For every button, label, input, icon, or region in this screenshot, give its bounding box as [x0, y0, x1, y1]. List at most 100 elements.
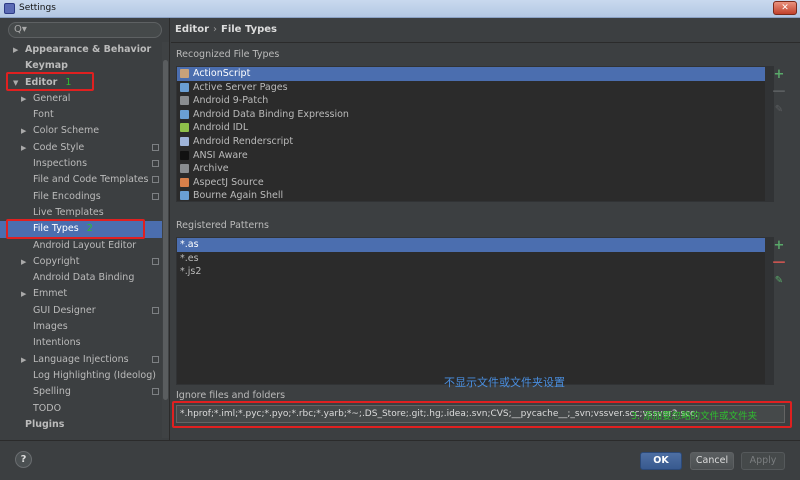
file-type-item[interactable]: Android IDL	[177, 121, 773, 135]
sidebar-item-label: Live Templates	[33, 206, 104, 218]
sidebar-item-spelling[interactable]: Spelling	[0, 384, 162, 400]
sidebar-item-android-layout-editor[interactable]: Android Layout Editor	[0, 238, 162, 254]
sidebar-item-label: File Encodings	[33, 190, 101, 202]
ok-button[interactable]: OK	[640, 452, 682, 470]
search-input[interactable]: Q▾	[8, 22, 162, 38]
chevron-right-icon[interactable]: ▶	[21, 140, 26, 156]
sidebar-item-file-encodings[interactable]: File Encodings	[0, 189, 162, 205]
sidebar-scrollbar[interactable]	[162, 42, 169, 438]
file-type-item[interactable]: AspectJ Source	[177, 176, 773, 190]
file-type-item[interactable]: Archive	[177, 162, 773, 176]
sidebar-item-gui-designer[interactable]: GUI Designer	[0, 303, 162, 319]
remove-pattern-button[interactable]: —	[772, 256, 786, 270]
search-icon: Q▾	[14, 24, 27, 35]
sidebar-item-label: Android Layout Editor	[33, 239, 137, 251]
recognized-file-types-label: Recognized File Types	[176, 49, 280, 60]
file-type-item[interactable]: Android Renderscript	[177, 135, 773, 149]
help-button[interactable]: ?	[15, 451, 32, 468]
file-type-icon	[180, 177, 189, 187]
app-icon	[4, 3, 15, 14]
annotation-caption: 不显示文件或文件夹设置	[444, 376, 565, 389]
close-button[interactable]: ✕	[773, 1, 797, 15]
highlight-box-editor	[6, 72, 94, 91]
add-file-type-button[interactable]: +	[772, 68, 786, 82]
breadcrumb-current: File Types	[221, 24, 277, 35]
chevron-right-icon[interactable]: ▶	[21, 91, 26, 107]
breadcrumb: Editor › File Types	[175, 24, 277, 35]
file-type-label: ActionScript	[193, 68, 251, 79]
sidebar-item-emmet[interactable]: ▶ Emmet	[0, 286, 162, 302]
sidebar-item-label: General	[33, 92, 71, 104]
sidebar-scrollbar-thumb[interactable]	[163, 60, 168, 400]
project-scope-icon	[152, 192, 159, 200]
header-divider	[171, 42, 800, 43]
sidebar-item-color-scheme[interactable]: ▶ Color Scheme	[0, 123, 162, 139]
sidebar-item-android-data-binding[interactable]: Android Data Binding	[0, 270, 162, 286]
sidebar-item-plugins[interactable]: Plugins	[0, 417, 162, 433]
file-type-icon	[180, 136, 189, 146]
file-type-icon	[180, 82, 189, 92]
registered-patterns-list[interactable]: *.as *.es *.js2	[176, 237, 774, 385]
sidebar-item-label: Images	[33, 321, 68, 333]
edit-pattern-button[interactable]: ✎	[772, 274, 786, 288]
registered-patterns-label: Registered Patterns	[176, 220, 269, 231]
cancel-button[interactable]: Cancel	[690, 452, 734, 470]
file-type-label: Active Server Pages	[193, 81, 288, 93]
title-bar: Settings ✕	[0, 0, 800, 18]
chevron-right-icon[interactable]: ▶	[21, 286, 26, 302]
chevron-right-icon[interactable]: ▶	[13, 42, 18, 58]
file-type-item[interactable]: Bourne Again Shell	[177, 189, 773, 202]
apply-button[interactable]: Apply	[741, 452, 785, 470]
sidebar-item-todo[interactable]: TODO	[0, 401, 162, 417]
sidebar-item-label: Emmet	[33, 288, 68, 300]
edit-file-type-button[interactable]: ✎	[772, 103, 786, 117]
sidebar-item-images[interactable]: Images	[0, 319, 162, 335]
pattern-item[interactable]: *.as	[177, 238, 773, 252]
pattern-item[interactable]: *.js2	[177, 265, 773, 279]
settings-sidebar: Q▾ ▶ Appearance & Behavior Keymap ▼ Editor 1 ▶…	[0, 18, 170, 440]
file-type-item[interactable]: ActionScript	[177, 67, 773, 81]
sidebar-item-font[interactable]: Font	[0, 107, 162, 123]
file-type-label: Archive	[193, 163, 229, 175]
sidebar-item-label: Intentions	[33, 337, 81, 349]
file-type-icon	[180, 123, 189, 133]
file-type-icon	[180, 69, 189, 78]
sidebar-item-log-highlighting-ideolog[interactable]: Log Highlighting (Ideolog)	[0, 368, 162, 384]
sidebar-item-intentions[interactable]: Intentions	[0, 335, 162, 351]
file-type-icon	[180, 109, 189, 119]
sidebar-item-language-injections[interactable]: ▶ Language Injections	[0, 352, 162, 368]
sidebar-item-inspections[interactable]: Inspections	[0, 156, 162, 172]
sidebar-item-label: Code Style	[33, 141, 85, 153]
sidebar-item-label: TODO	[33, 402, 62, 414]
file-type-item[interactable]: Active Server Pages	[177, 81, 773, 95]
sidebar-item-general[interactable]: ▶ General	[0, 91, 162, 107]
file-type-icon	[180, 164, 189, 174]
file-type-label: Android 9-Patch	[193, 95, 269, 107]
file-type-icon	[180, 150, 189, 160]
sidebar-item-code-style[interactable]: ▶ Code Style	[0, 140, 162, 156]
window-title: Settings	[19, 3, 56, 13]
file-type-label: Android Data Binding Expression	[193, 108, 349, 120]
file-type-label: Bourne Again Shell	[193, 190, 284, 202]
chevron-right-icon[interactable]: ▶	[21, 254, 26, 270]
remove-file-type-button[interactable]: —	[772, 85, 786, 99]
recognized-file-types-list[interactable]: ActionScript Active Server Pages Android 9…	[176, 66, 774, 202]
project-scope-icon	[152, 388, 159, 396]
sidebar-item-label: Color Scheme	[33, 125, 100, 137]
add-pattern-button[interactable]: +	[772, 239, 786, 253]
sidebar-item-file-and-code-templates[interactable]: File and Code Templates	[0, 172, 162, 188]
pattern-item[interactable]: *.es	[177, 252, 773, 266]
project-scope-icon	[152, 143, 159, 151]
file-type-item[interactable]: Android 9-Patch	[177, 94, 773, 108]
chevron-right-icon[interactable]: ▶	[21, 352, 26, 368]
sidebar-item-label: Android Data Binding	[33, 272, 135, 284]
file-type-label: ANSI Aware	[193, 149, 248, 161]
sidebar-item-copyright[interactable]: ▶ Copyright	[0, 254, 162, 270]
file-type-item[interactable]: ANSI Aware	[177, 149, 773, 163]
ignore-files-label: Ignore files and folders	[176, 390, 286, 401]
file-type-icon	[180, 96, 189, 106]
file-type-label: AspectJ Source	[193, 176, 264, 188]
chevron-right-icon[interactable]: ▶	[21, 123, 26, 139]
sidebar-item-appearance-behavior[interactable]: ▶ Appearance & Behavior	[0, 42, 162, 58]
file-type-item[interactable]: Android Data Binding Expression	[177, 108, 773, 122]
